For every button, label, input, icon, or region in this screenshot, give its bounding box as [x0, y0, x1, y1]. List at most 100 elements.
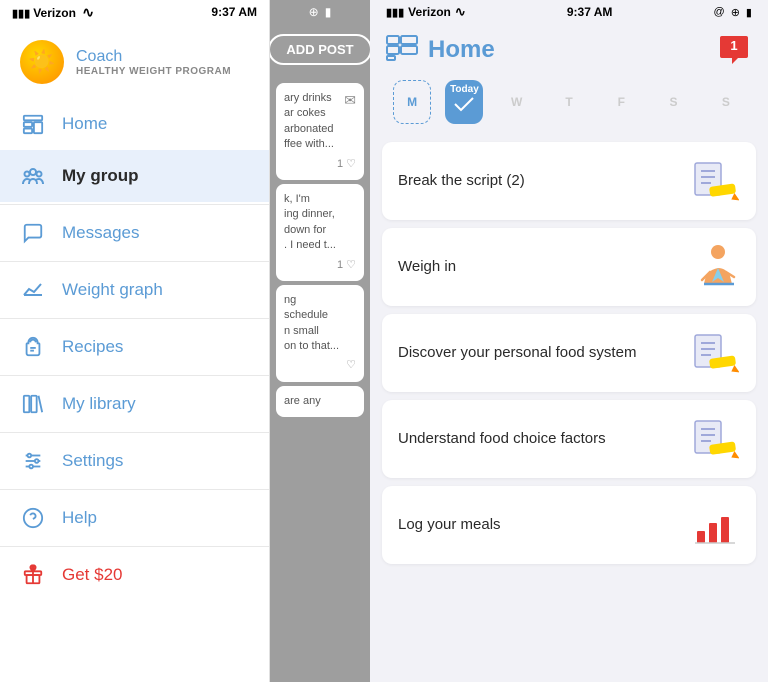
sidebar-item-label-home: Home: [62, 114, 107, 134]
at-icon: @: [714, 6, 725, 18]
coach-section: ☀️ Coach HEALTHY WEIGHT PROGRAM: [0, 24, 269, 98]
sidebar-item-home[interactable]: Home: [0, 98, 269, 150]
time-left: 9:37 AM: [211, 5, 257, 19]
settings-icon: [20, 448, 46, 474]
coach-label: Coach: [76, 48, 231, 66]
feed-item: k, I'ming dinner,down for. I need t... 1…: [276, 184, 364, 281]
sidebar-item-help[interactable]: Help: [0, 492, 269, 544]
status-bar-left: ▮▮▮ Verizon ∿ 9:37 AM: [0, 0, 269, 24]
home-screen-icon: [386, 35, 418, 66]
battery-icon: ▮: [325, 5, 332, 19]
message-icon: [20, 220, 46, 246]
day-circle-today: Today: [445, 80, 483, 124]
group-icon: [20, 163, 46, 189]
task-text-4: Understand food choice factors: [398, 429, 690, 449]
task-icon-pencil-4: [690, 414, 740, 464]
day-circle-f: F: [602, 80, 640, 124]
sidebar-item-my-library[interactable]: My library: [0, 378, 269, 430]
sidebar-item-weight-graph[interactable]: Weight graph: [0, 264, 269, 316]
bt-icon: ⊕: [309, 5, 319, 19]
coach-info: Coach HEALTHY WEIGHT PROGRAM: [76, 48, 231, 77]
library-icon: [20, 391, 46, 417]
notification-bubble[interactable]: 1: [716, 32, 752, 68]
sidebar-item-messages[interactable]: Messages: [0, 207, 269, 259]
task-card-4[interactable]: Understand food choice factors: [382, 400, 756, 478]
recipes-icon: [20, 334, 46, 360]
like-count: 1: [337, 258, 343, 273]
notification-count: 1: [730, 38, 737, 53]
wifi-icon-right: ∿: [455, 4, 466, 20]
day-item-t1[interactable]: T: [543, 80, 595, 124]
bluetooth-icon: ⊕: [731, 6, 740, 19]
task-icon-pencil-3: [690, 328, 740, 378]
task-card-1[interactable]: Break the script (2): [382, 142, 756, 220]
sidebar-item-label-messages: Messages: [62, 223, 139, 243]
like-row: ♡: [284, 358, 356, 373]
add-post-container: ADD POST: [270, 24, 370, 75]
day-circle-t1: T: [550, 80, 588, 124]
day-item-s2[interactable]: S: [700, 80, 752, 124]
right-status-bar: ▮▮▮ Verizon ∿ 9:37 AM @ ⊕ ▮: [370, 0, 768, 24]
task-text-5: Log your meals: [398, 515, 690, 535]
sidebar-item-label-get20: Get $20: [62, 565, 123, 585]
sidebar-item-label-weight: Weight graph: [62, 280, 163, 300]
task-icon-person-2: [690, 242, 740, 292]
day-circle-m: M: [393, 80, 431, 124]
help-icon: [20, 505, 46, 531]
right-header-left: Home: [386, 35, 495, 66]
right-status-right: @ ⊕ ▮: [714, 6, 752, 19]
envelope-icon: ✉: [344, 91, 356, 111]
right-header: Home 1: [370, 24, 768, 74]
day-selector: M Today W T F: [370, 74, 768, 134]
page-title: Home: [428, 36, 495, 64]
right-status-left: ▮▮▮ Verizon ∿: [386, 4, 466, 20]
task-icon-pencil-1: [690, 156, 740, 206]
feed-text: ngschedulen smallon to that...: [284, 293, 356, 355]
right-panel: ▮▮▮ Verizon ∿ 9:37 AM @ ⊕ ▮ Home: [370, 0, 768, 682]
day-circle-w: W: [498, 80, 536, 124]
feed-item: ✉ ary drinksar cokesarbonatedffee with..…: [276, 83, 364, 180]
heart-icon: ♡: [346, 258, 356, 273]
time-right: 9:37 AM: [567, 5, 613, 19]
sidebar-item-label-library: My library: [62, 394, 136, 414]
like-row: 1 ♡: [284, 157, 356, 172]
home-icon: [20, 111, 46, 137]
day-item-f[interactable]: F: [595, 80, 647, 124]
day-item-w[interactable]: W: [491, 80, 543, 124]
add-post-button[interactable]: ADD POST: [270, 34, 370, 65]
day-item-today[interactable]: Today: [438, 80, 490, 124]
checkmark-icon: [453, 95, 475, 113]
gift-icon: [20, 562, 46, 588]
left-panel: ▮▮▮ Verizon ∿ 9:37 AM ☀️ Coach HEALTHY W…: [0, 0, 270, 682]
graph-icon: [20, 277, 46, 303]
sidebar-item-label-recipes: Recipes: [62, 337, 123, 357]
task-text-2: Weigh in: [398, 257, 690, 277]
battery-icon-right: ▮: [746, 6, 752, 19]
nav-list: Home My group: [0, 98, 269, 682]
task-card-2[interactable]: Weigh in: [382, 228, 756, 306]
day-circle-s1: S: [655, 80, 693, 124]
day-item-s1[interactable]: S: [647, 80, 699, 124]
task-card-5[interactable]: Log your meals: [382, 486, 756, 564]
sidebar-item-my-group[interactable]: My group: [0, 150, 269, 202]
tasks-list: Break the script (2) Weigh in: [370, 134, 768, 682]
sidebar-item-settings[interactable]: Settings: [0, 435, 269, 487]
carrier-right: Verizon: [408, 5, 451, 19]
sidebar-item-recipes[interactable]: Recipes: [0, 321, 269, 373]
sidebar-item-get20[interactable]: Get $20: [0, 549, 269, 601]
task-card-3[interactable]: Discover your personal food system: [382, 314, 756, 392]
heart-icon: ♡: [346, 157, 356, 172]
sidebar-item-label-mygroup: My group: [62, 166, 139, 186]
middle-status-bar: ⊕ ▮: [270, 0, 370, 24]
task-text-1: Break the script (2): [398, 171, 690, 191]
task-text-3: Discover your personal food system: [398, 343, 690, 363]
coach-subtitle: HEALTHY WEIGHT PROGRAM: [76, 66, 231, 77]
day-item-m[interactable]: M: [386, 80, 438, 124]
middle-feed: ✉ ary drinksar cokesarbonatedffee with..…: [270, 75, 370, 682]
sidebar-item-label-help: Help: [62, 508, 97, 528]
heart-icon: ♡: [346, 358, 356, 373]
sidebar-item-label-settings: Settings: [62, 451, 123, 471]
day-circle-s2: S: [707, 80, 745, 124]
middle-panel: ⊕ ▮ ADD POST ✉ ary drinksar cokesarbonat…: [270, 0, 370, 682]
task-icon-bar-5: [690, 500, 740, 550]
